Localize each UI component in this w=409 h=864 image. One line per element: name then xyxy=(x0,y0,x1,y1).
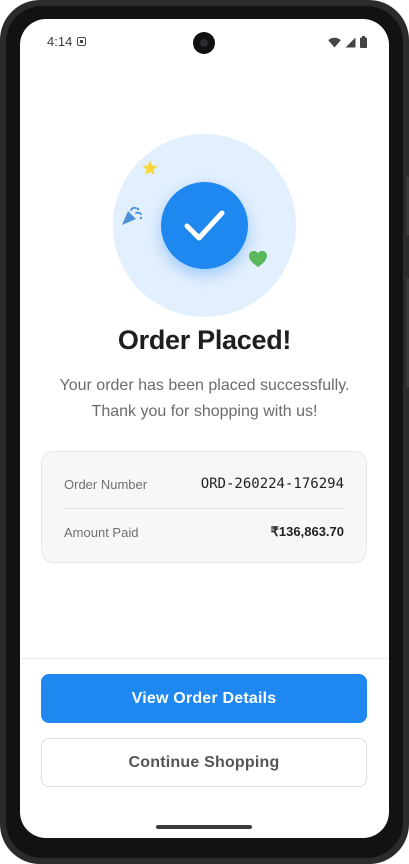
view-order-details-button[interactable]: View Order Details xyxy=(41,674,367,723)
wifi-icon xyxy=(328,37,341,47)
signal-icon xyxy=(345,37,356,47)
success-message-line-1: Your order has been placed successfully. xyxy=(59,377,350,394)
success-badge xyxy=(161,182,248,269)
front-camera xyxy=(193,32,215,54)
order-number-label: Order Number xyxy=(64,476,148,492)
order-summary-card: Order Number ORD-260224-176294 Amount Pa… xyxy=(41,451,367,563)
amount-paid-row: Amount Paid ₹136,863.70 xyxy=(64,524,344,540)
status-bar: 4:14 xyxy=(20,19,389,65)
star-icon xyxy=(142,160,158,175)
notification-icon xyxy=(77,37,86,46)
status-icons xyxy=(328,36,367,48)
action-divider xyxy=(20,658,389,659)
success-message-line-2: Thank you for shopping with us! xyxy=(91,403,318,420)
page-title: Order Placed! xyxy=(117,325,292,355)
amount-paid-value: ₹136,863.70 xyxy=(270,524,344,539)
phone-frame: 4:14 Order Placed! Your order has been p… xyxy=(0,0,409,864)
card-divider xyxy=(64,508,344,509)
checkmark-icon xyxy=(184,210,225,241)
amount-paid-label: Amount Paid xyxy=(64,524,139,540)
continue-shopping-button[interactable]: Continue Shopping xyxy=(41,738,367,787)
party-popper-icon xyxy=(122,206,143,225)
heart-icon xyxy=(249,250,267,268)
home-indicator[interactable] xyxy=(156,825,252,829)
status-time: 4:14 xyxy=(47,34,73,49)
order-number-row: Order Number ORD-260224-176294 xyxy=(64,476,344,492)
battery-icon xyxy=(360,36,367,48)
order-number-value: ORD-260224-176294 xyxy=(200,476,344,492)
success-message: Your order has been placed successfully.… xyxy=(40,373,369,425)
screen: 4:14 Order Placed! Your order has been p… xyxy=(20,19,389,838)
